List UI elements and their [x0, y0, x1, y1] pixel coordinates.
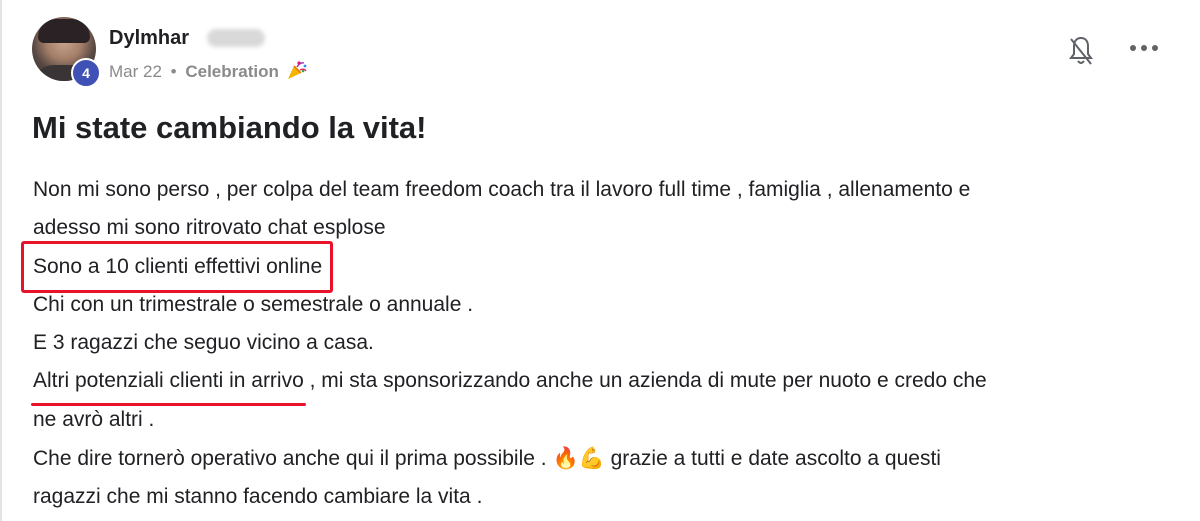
body-line-boxed: Sono a 10 clienti effettivi online: [20, 240, 1173, 294]
body-line-underlined: Altri potenziali clienti in arrivo , mi …: [31, 362, 1173, 407]
avatar-hair: [38, 19, 90, 43]
body-line: ne avrò altri .: [33, 407, 155, 431]
body-line: ragazzi che mi stanno facendo cambiare l…: [33, 485, 483, 509]
post-title: Mi state cambiando la vita!: [32, 110, 427, 145]
fire-muscle-emoji: 🔥💪: [552, 446, 605, 471]
body-line: Non mi sono perso , per colpa del team f…: [33, 178, 971, 201]
party-popper-icon: [287, 61, 307, 79]
post-card: 4 Dylmhar Mar 22 • Celebration Mi state …: [0, 0, 1200, 521]
body-line: E 3 ragazzi che seguo vicino a casa.: [33, 331, 374, 355]
author-name[interactable]: Dylmhar: [109, 27, 189, 50]
post-date[interactable]: Mar 22: [109, 62, 162, 81]
body-text: , mi sta sponsorizzando anche un azienda…: [303, 369, 987, 393]
boxed-highlight: Sono a 10 clienti effettivi online: [20, 240, 334, 294]
level-badge: 4: [71, 58, 101, 88]
body-text: Che dire tornerò operativo anche qui il …: [33, 447, 553, 471]
body-line: Che dire tornerò operativo anche qui il …: [33, 439, 1173, 478]
meta-separator: •: [170, 62, 177, 81]
post-body: Non mi sono perso , per colpa del team f…: [20, 171, 1173, 517]
bell-off-icon[interactable]: [1068, 35, 1094, 67]
author-avatar[interactable]: 4: [32, 17, 101, 88]
underlined-highlight: Altri potenziali clienti in arrivo: [31, 362, 306, 407]
redacted-surname: [207, 29, 265, 47]
more-options-icon[interactable]: [1128, 42, 1160, 54]
post-meta: Mar 22 • Celebration: [109, 60, 308, 82]
post-category[interactable]: Celebration: [185, 62, 279, 81]
body-text: grazie a tutti e date ascolto a questi: [604, 447, 941, 471]
